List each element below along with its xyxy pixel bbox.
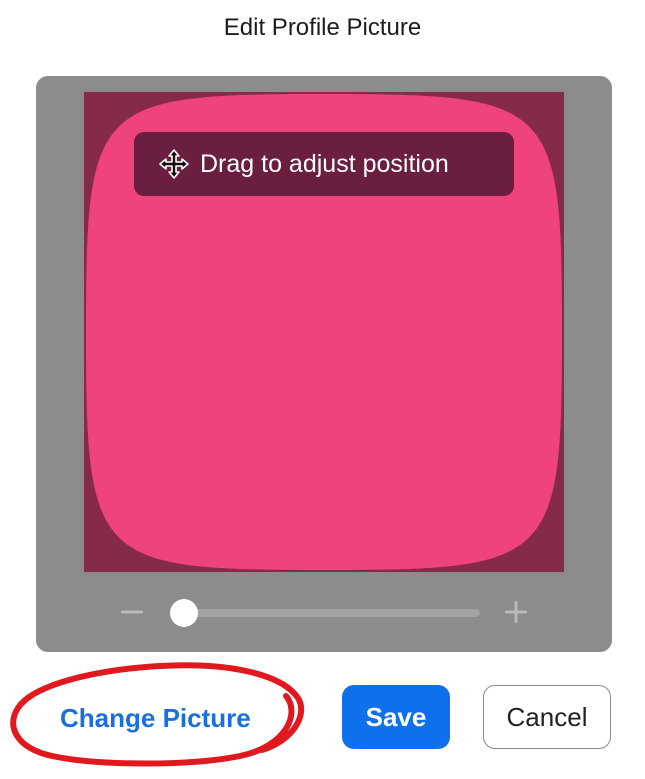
plus-icon [505, 601, 527, 623]
crop-area[interactable]: Drag to adjust position [84, 92, 564, 572]
move-cursor-icon [158, 148, 190, 180]
change-picture-link[interactable]: Change Picture [60, 700, 251, 736]
photo-editor-panel: Drag to adjust position [36, 76, 612, 652]
minus-icon [121, 610, 143, 614]
zoom-slider-thumb[interactable] [170, 599, 198, 627]
zoom-out-button[interactable] [118, 598, 146, 626]
save-button[interactable]: Save [342, 685, 450, 749]
drag-hint-text: Drag to adjust position [200, 150, 449, 178]
zoom-in-button[interactable] [502, 598, 530, 626]
dialog-title: Edit Profile Picture [223, 14, 422, 41]
cancel-button[interactable]: Cancel [483, 685, 611, 749]
drag-hint: Drag to adjust position [134, 132, 514, 196]
zoom-control [36, 592, 612, 632]
zoom-slider-track[interactable] [170, 609, 480, 617]
